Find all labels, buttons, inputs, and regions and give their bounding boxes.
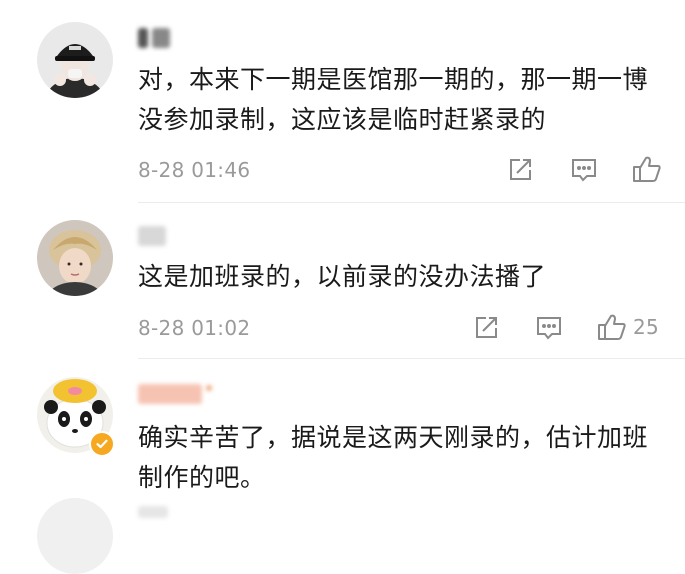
thumbs-up-icon — [633, 156, 661, 182]
comment-meta: 8-28 01:02 — [138, 313, 663, 343]
verified-badge-icon — [96, 439, 108, 449]
like-button[interactable]: 25 — [597, 313, 659, 341]
masked-name — [138, 506, 168, 518]
comment-icon — [572, 159, 596, 182]
masked-name — [206, 385, 212, 391]
share-icon — [510, 159, 531, 180]
verified-badge — [89, 431, 115, 457]
avatar[interactable] — [37, 22, 113, 98]
share-icon — [476, 317, 497, 338]
comment-timestamp: 8-28 01:46 — [138, 158, 251, 182]
username-masked[interactable] — [138, 26, 170, 50]
masked-name — [138, 28, 148, 48]
comment-text: 这是加班录的，以前录的没办法播了 — [138, 262, 547, 291]
share-button[interactable] — [473, 315, 499, 341]
username-masked[interactable] — [138, 382, 212, 406]
avatar[interactable] — [37, 498, 113, 574]
like-button[interactable] — [632, 155, 662, 183]
divider — [138, 202, 685, 203]
masked-name — [138, 384, 202, 404]
masked-name — [152, 28, 170, 48]
username-masked[interactable] — [138, 500, 168, 524]
masked-name — [138, 226, 166, 246]
username-masked[interactable] — [138, 224, 166, 248]
thumbs-up-icon — [598, 314, 626, 340]
divider — [138, 358, 685, 359]
share-button[interactable] — [507, 157, 533, 183]
comment-text: 确实辛苦了，据说是这两天刚录的，估计加班制作的吧。 — [138, 423, 649, 492]
avatar[interactable] — [37, 220, 113, 296]
comment-icon — [537, 317, 561, 340]
reply-button[interactable] — [535, 315, 563, 341]
reply-button[interactable] — [570, 157, 598, 183]
comment-text: 对，本来下一期是医馆那一期的，那一期一博没参加录制，这应该是临时赶紧录的 — [138, 65, 649, 134]
like-count: 25 — [633, 315, 660, 339]
comment-timestamp: 8-28 01:02 — [138, 316, 251, 340]
